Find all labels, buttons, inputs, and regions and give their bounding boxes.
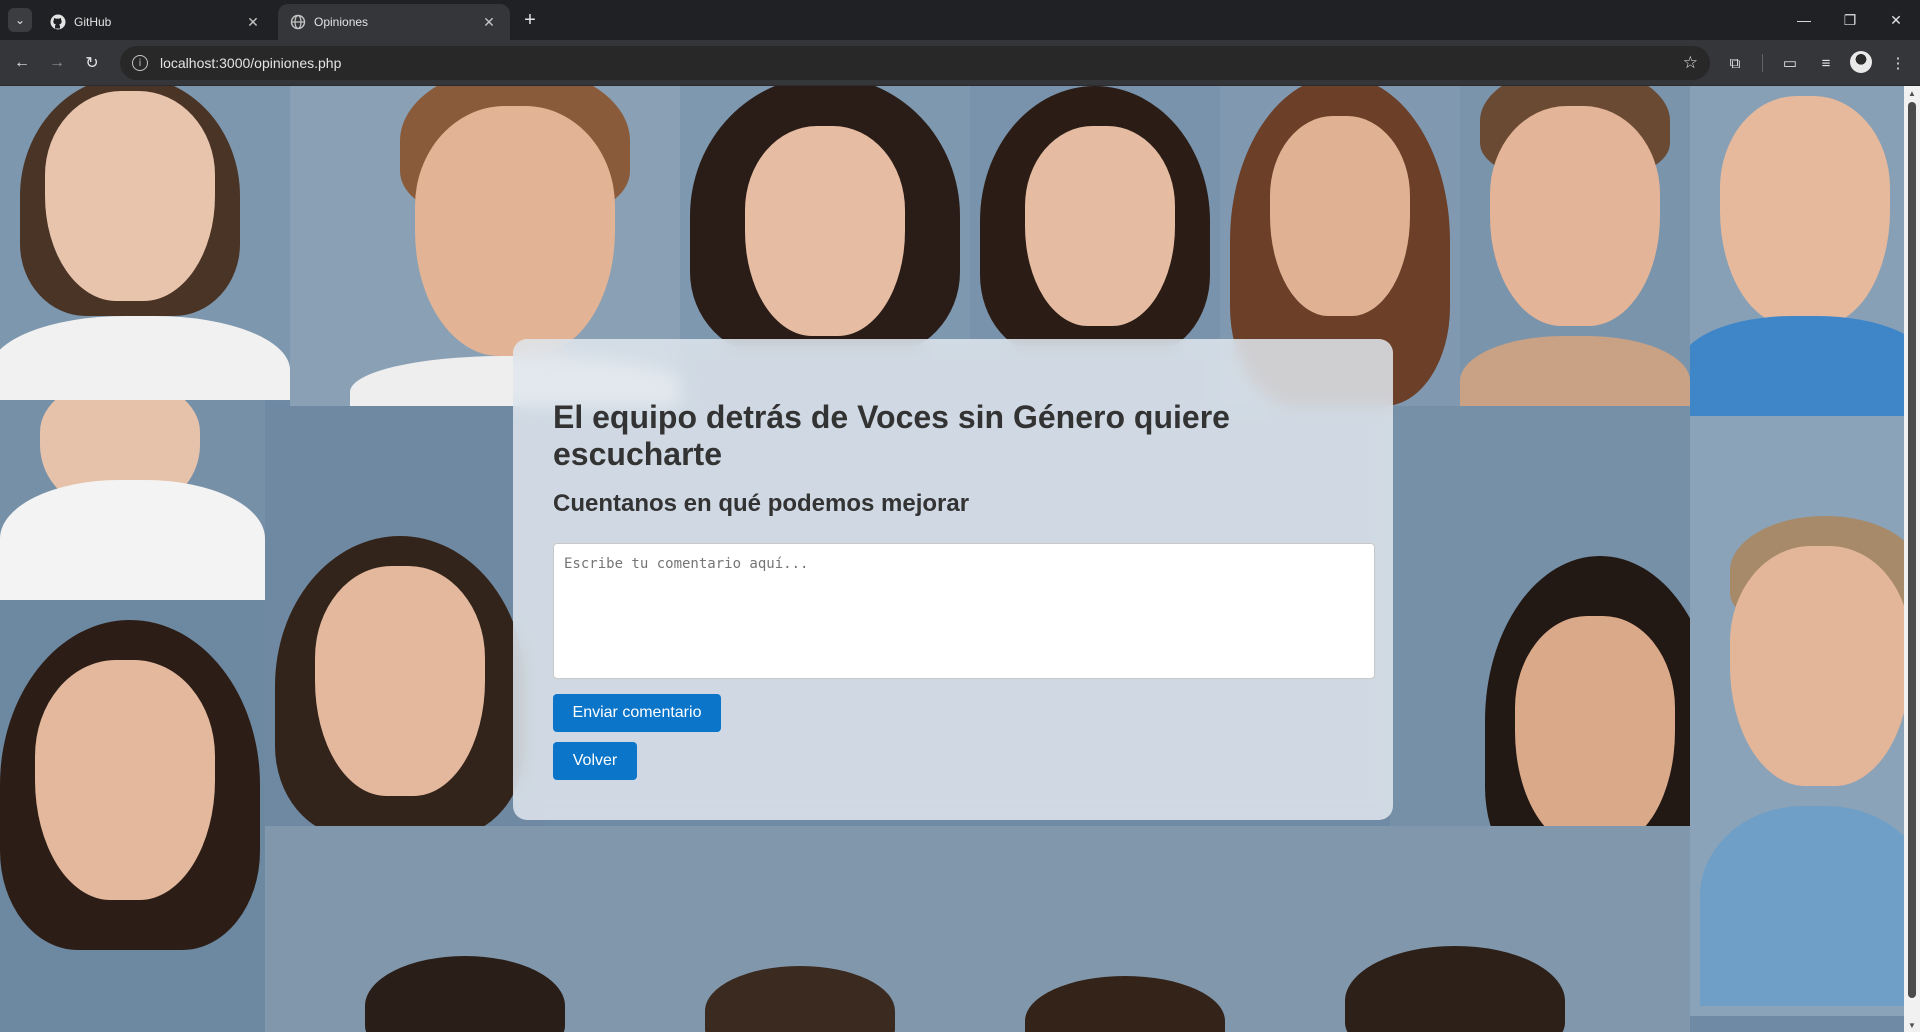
back-arrow-icon[interactable]: ←	[8, 49, 36, 77]
page-subtitle: Cuentanos en qué podemos mejorar	[553, 490, 970, 517]
close-icon[interactable]: ✕	[244, 13, 262, 31]
browser-toolbar: ← → ↻ i localhost:3000/opiniones.php ☆ ⧉…	[0, 40, 1920, 86]
new-tab-icon[interactable]: +	[518, 8, 542, 32]
tab-title: Opiniones	[314, 15, 369, 29]
tab-github[interactable]: GitHub ✕	[38, 4, 274, 40]
scroll-down-icon[interactable]: ▼	[1907, 1020, 1917, 1030]
background-portrait	[265, 826, 1690, 1032]
site-info-icon[interactable]: i	[132, 55, 148, 71]
media-controls-icon[interactable]: ≡	[1814, 51, 1838, 75]
tab-title: GitHub	[74, 15, 112, 29]
background-portrait	[1690, 86, 1920, 416]
close-icon[interactable]: ✕	[480, 13, 498, 31]
tab-search-icon[interactable]: ⌄	[8, 8, 32, 32]
page-viewport: El equipo detrás de Voces sin Género qui…	[0, 86, 1920, 1032]
menu-kebab-icon[interactable]: ⋮	[1886, 51, 1910, 75]
window-close-icon[interactable]: ✕	[1873, 0, 1919, 40]
background-portrait	[680, 86, 970, 346]
cast-icon[interactable]: ▭	[1778, 51, 1802, 75]
background-portrait	[0, 86, 290, 400]
bookmark-star-icon[interactable]: ☆	[1683, 53, 1698, 73]
send-comment-button[interactable]: Enviar comentario	[553, 694, 721, 732]
scroll-up-icon[interactable]: ▲	[1907, 88, 1917, 98]
profile-avatar[interactable]	[1850, 51, 1872, 73]
scrollbar[interactable]: ▲ ▼	[1904, 86, 1920, 1032]
background-portrait	[0, 600, 265, 1032]
extensions-icon[interactable]: ⧉	[1723, 51, 1747, 75]
globe-icon	[290, 14, 306, 30]
page-title: El equipo detrás de Voces sin Género qui…	[553, 399, 1230, 472]
minimize-icon[interactable]: —	[1781, 0, 1827, 40]
forward-arrow-icon[interactable]: →	[43, 49, 71, 77]
url-text: localhost:3000/opiniones.php	[160, 55, 342, 71]
comment-textarea[interactable]	[553, 543, 1375, 679]
back-button[interactable]: Volver	[553, 742, 637, 780]
reload-icon[interactable]: ↻	[78, 49, 106, 77]
restore-icon[interactable]: ❐	[1827, 0, 1873, 40]
tab-strip: ⌄ GitHub ✕ Opiniones ✕ + — ❐ ✕	[0, 0, 1920, 40]
background-portrait	[1460, 86, 1690, 426]
background-portrait	[1690, 416, 1920, 1016]
background-portrait	[970, 86, 1220, 346]
background-portrait	[0, 400, 265, 600]
toolbar-divider	[1762, 54, 1763, 72]
feedback-card: El equipo detrás de Voces sin Género qui…	[513, 339, 1393, 820]
address-bar[interactable]: i localhost:3000/opiniones.php ☆	[120, 46, 1710, 80]
scrollbar-thumb[interactable]	[1908, 102, 1916, 998]
tab-opiniones[interactable]: Opiniones ✕	[278, 4, 510, 40]
github-icon	[50, 14, 66, 30]
